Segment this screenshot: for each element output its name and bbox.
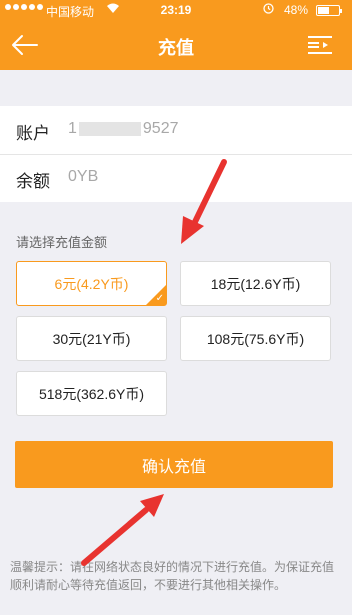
battery-percent: 48%: [284, 3, 309, 17]
balance-value: 0YB: [68, 168, 99, 185]
battery-icon: [316, 5, 342, 16]
account-number: 1 9527: [68, 120, 179, 137]
warm-tip: 温馨提示：请在网络状态良好的情况下进行充值。为保证充值顺利请耐心等待充值返回，不…: [10, 560, 335, 592]
balance-label: 余额: [16, 172, 50, 191]
nav-bar: 充值: [0, 20, 352, 70]
account-row: 账户 1 9527: [0, 106, 352, 154]
alarm-icon: [263, 3, 274, 17]
recharge-section-label: 请选择充值金额: [16, 235, 108, 250]
recharge-option-30[interactable]: 30元(21Y币): [16, 316, 167, 361]
recharge-option-108[interactable]: 108元(75.6Y币): [180, 316, 331, 361]
annotation-arrows: [81, 159, 227, 566]
confirm-recharge-button[interactable]: 确认充值: [15, 441, 333, 488]
check-icon: ✓: [155, 293, 164, 304]
recharge-option-518[interactable]: 518元(362.6Y币): [16, 371, 167, 416]
balance-row: 余额 0YB: [0, 154, 352, 202]
option-label: 518元(362.6Y币): [38, 385, 145, 402]
account-card: 账户 1 9527 余额 0YB: [0, 106, 352, 202]
option-label: 30元(21Y币): [52, 330, 131, 347]
option-label: 18元(12.6Y币): [210, 275, 301, 292]
masked-digits: [78, 121, 141, 136]
option-label: 108元(75.6Y币): [206, 330, 305, 347]
annotation-arrow-down: [81, 494, 164, 566]
page-title: 充值: [158, 38, 194, 58]
account-label: 账户: [16, 124, 50, 143]
status-bar: 中国移动 23:19 48%: [0, 0, 352, 20]
option-label: 6元(4.2Y币): [54, 275, 129, 292]
menu-list-icon[interactable]: [305, 33, 335, 57]
recharge-option-18[interactable]: 18元(12.6Y币): [180, 261, 331, 306]
recharge-option-6[interactable]: 6元(4.2Y币) ✓: [16, 261, 167, 306]
